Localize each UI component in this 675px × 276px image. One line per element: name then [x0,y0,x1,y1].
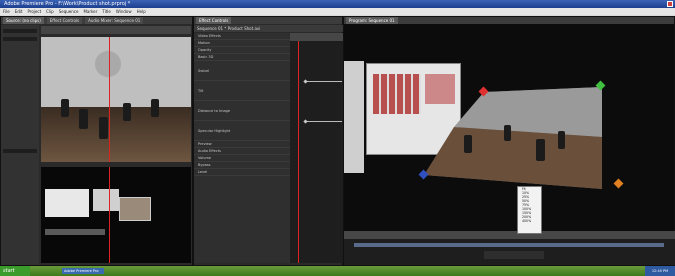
program-time-ruler[interactable] [344,231,675,239]
clip-caption [45,229,105,235]
clip-thumbnail [119,197,151,221]
keyframe-area[interactable] [290,41,344,263]
tab-audio-mixer[interactable]: Audio Mixer: Sequence 01 [85,17,144,24]
musician-figure [99,117,108,139]
musician-figure [123,103,131,121]
tilted-video-plane[interactable] [344,17,675,267]
keyframe-graph [306,121,342,122]
effect-row[interactable]: Volume [194,155,290,162]
close-window-button[interactable] [667,1,673,7]
plane-floor [424,127,602,189]
source-tab-row: Source: (no clips) Effect Controls Audio… [1,17,192,24]
program-monitor-panel: Program: Sequence 01 [343,16,675,266]
menu-help[interactable]: Help [137,8,146,15]
effect-row[interactable]: Basic 3D [194,54,290,61]
musician-figure [79,109,88,129]
bin-item[interactable] [3,29,37,33]
effect-row[interactable]: Tilt [194,81,290,101]
clip-thumbnail [45,189,89,217]
effect-row[interactable]: Preview [194,141,290,148]
program-controls [344,239,675,265]
tab-source[interactable]: Source: (no clips) [3,17,44,24]
musician-figure [464,135,472,153]
zoom-option[interactable]: 400% [518,219,541,223]
musician-figure [61,99,69,117]
effect-row[interactable]: Specular Highlight [194,121,290,141]
effect-row[interactable]: Swivel [194,61,290,81]
tab-effect-controls[interactable]: Effect Controls [196,17,232,24]
menu-project[interactable]: Project [27,8,41,15]
bin-item[interactable] [3,149,37,153]
program-scrub-bar[interactable] [354,243,664,247]
backdrop-logo [95,51,121,77]
taskbar-app-button[interactable]: Adobe Premiere Pro [62,268,104,274]
effect-row[interactable]: Opacity [194,47,290,54]
menu-edit[interactable]: Edit [15,8,23,15]
source-monitor-panel: Source: (no clips) Effect Controls Audio… [0,16,193,266]
menu-bar: File Edit Project Clip Sequence Marker T… [0,8,675,15]
clip-thumbnail [93,189,119,211]
tab-effect-controls-left[interactable]: Effect Controls [46,17,83,24]
effect-row[interactable]: Motion [194,40,290,47]
menu-file[interactable]: File [3,8,10,15]
preview-area [41,167,191,263]
effect-row[interactable]: Bypass [194,162,290,169]
start-button[interactable]: start [0,266,30,276]
musician-figure [536,139,545,161]
effects-header: Sequence 01 * Product Shot.avi [194,25,344,32]
musician-figure [504,125,511,141]
menu-clip[interactable]: Clip [46,8,54,15]
playhead-line [109,37,110,162]
effects-list: Video Effects Motion Opacity Basic 3D Sw… [194,33,290,263]
effect-row[interactable]: Level [194,169,290,176]
transport-controls[interactable] [484,251,544,259]
keyframe-ruler[interactable] [290,33,344,41]
bin-item[interactable] [3,37,37,41]
zoom-dropdown[interactable]: Fit 10% 25% 50% 75% 100% 150% 200% 400% [517,186,542,234]
effect-controls-panel: Effect Controls Sequence 01 * Product Sh… [193,16,344,266]
effect-row[interactable]: Video Effects [194,33,290,40]
musician-figure [558,131,565,149]
source-video-frame [41,37,191,162]
menu-sequence[interactable]: Sequence [59,8,79,15]
effect-row[interactable]: Distance to Image [194,101,290,121]
menu-title[interactable]: Title [102,8,111,15]
keyframe-graph [306,81,342,82]
musician-figure [151,99,159,117]
clip-strip [41,26,191,34]
keyframe-marker[interactable] [303,119,308,124]
effect-row[interactable]: Audio Effects [194,148,290,155]
menu-window[interactable]: Window [116,8,132,15]
playhead-line [109,167,110,263]
project-bin [1,25,39,265]
playhead-line [298,41,299,263]
keyframe-marker[interactable] [303,79,308,84]
system-clock: 12:45 PM [645,266,675,276]
menu-marker[interactable]: Marker [83,8,97,15]
effects-tab-row: Effect Controls [194,17,342,24]
window-title: Adobe Premiere Pro - F:\Work\Product sho… [0,0,675,8]
